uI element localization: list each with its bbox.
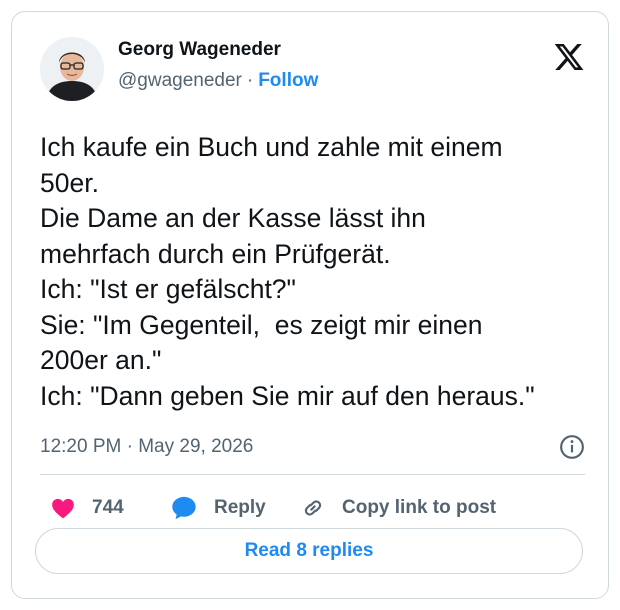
reply-label: Reply [214, 497, 266, 518]
info-icon[interactable] [559, 434, 585, 460]
author-handle[interactable]: @gwageneder [118, 70, 242, 91]
read-replies-label: Read 8 replies [244, 540, 374, 561]
read-replies-button[interactable]: Read 8 replies [35, 528, 583, 574]
tweet-line: Ich kaufe ein Buch und zahle mit einem [40, 132, 503, 162]
tweet-line: 50er. [40, 167, 99, 198]
reply-bubble-icon [172, 496, 196, 520]
avatar[interactable] [40, 37, 104, 101]
separator-dot: · [246, 70, 254, 91]
tweet-line: Die Dame an der Kasse lässt ihn [40, 203, 426, 233]
heart-icon [52, 498, 74, 519]
follow-button[interactable]: Follow [258, 70, 318, 91]
action-bar: 744 Reply Copy link to post [40, 490, 585, 526]
tweet-meta: 12:20 PM · May 29, 2026 [40, 432, 585, 462]
tweet-card: Georg Wageneder @gwageneder · Follow Ich k… [11, 11, 609, 599]
like-button[interactable]: 744 [50, 490, 124, 526]
tweet-header: Georg Wageneder @gwageneder · Follow [40, 37, 585, 117]
reply-button[interactable]: Reply [170, 490, 266, 526]
x-logo-icon[interactable] [553, 41, 585, 73]
like-count: 744 [92, 497, 124, 518]
tweet-line: mehrfach durch ein Prüfgerät. [40, 238, 391, 269]
tweet-line: Ich: "Dann geben Sie mir auf den heraus.… [40, 380, 535, 411]
divider [40, 474, 585, 475]
timestamp-link[interactable]: 12:20 PM · May 29, 2026 [40, 436, 253, 458]
tweet-text: Ich kaufe ein Buch und zahle mit einem 5… [40, 130, 600, 414]
tweet-line: 200er an." [40, 345, 162, 375]
avatar-image [40, 37, 104, 101]
copy-link-button[interactable]: Copy link to post [300, 490, 496, 526]
handle-row: @gwageneder · Follow [118, 70, 318, 92]
tweet-line: Sie: "Im Gegenteil, es zeigt mir einen [40, 309, 483, 340]
copy-link-label: Copy link to post [342, 497, 497, 518]
link-icon [304, 500, 322, 516]
author-name[interactable]: Georg Wageneder [118, 39, 281, 61]
tweet-line: Ich: "Ist er gefälscht?" [40, 274, 296, 304]
